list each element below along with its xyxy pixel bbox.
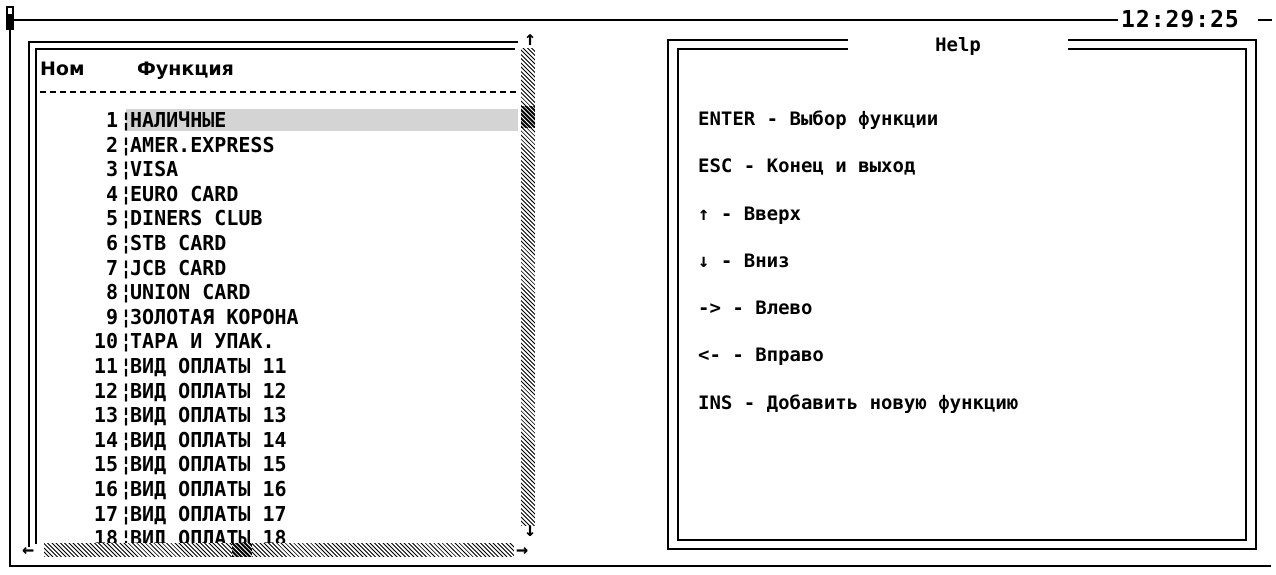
list-item-number: 6 bbox=[105, 230, 118, 255]
column-header-function: Функция bbox=[137, 58, 234, 80]
list-item-separator: ¦ bbox=[120, 206, 133, 231]
list-item-number: 15 bbox=[93, 452, 118, 477]
outer-bottom-border bbox=[9, 565, 1271, 567]
list-item-separator: ¦ bbox=[120, 501, 133, 526]
list-item-label: VISA bbox=[130, 157, 179, 182]
list-item-label: AMER.EXPRESS bbox=[130, 132, 275, 157]
list-item-label: EURO CARD bbox=[130, 181, 239, 206]
list-item[interactable]: 4 ¦ EURO CARD bbox=[40, 182, 518, 207]
list-item-separator: ¦ bbox=[120, 181, 133, 206]
list-item-label: JCB CARD bbox=[130, 255, 227, 280]
help-title: Help bbox=[848, 32, 1068, 56]
list-item-label: НАЛИЧНЫЕ bbox=[130, 108, 227, 132]
help-line: ↓ - Вниз bbox=[698, 249, 790, 272]
list-item-number: 12 bbox=[93, 378, 118, 403]
list-item-separator: ¦ bbox=[120, 230, 133, 255]
list-item-number: 3 bbox=[105, 157, 118, 182]
header-divider bbox=[40, 91, 516, 93]
clock: 12:29:25 bbox=[1121, 7, 1240, 33]
list-item-label: ВИД ОПЛАТЫ 11 bbox=[130, 353, 287, 378]
list-item-label: ВИД ОПЛАТЫ 17 bbox=[130, 501, 287, 526]
list-item-number: 9 bbox=[105, 304, 118, 329]
list-item-number: 17 bbox=[93, 501, 118, 526]
list-item[interactable]: 17 ¦ ВИД ОПЛАТЫ 17 bbox=[40, 502, 518, 527]
list-item-number: 5 bbox=[105, 206, 118, 231]
list-item-number: 10 bbox=[93, 329, 118, 354]
vertical-scroll-thumb[interactable] bbox=[521, 106, 535, 128]
horizontal-scroll-thumb[interactable] bbox=[232, 543, 252, 557]
outer-left-border bbox=[9, 30, 11, 566]
list-item-separator: ¦ bbox=[120, 108, 133, 132]
list-item[interactable]: 8 ¦ UNION CARD bbox=[40, 280, 518, 305]
scroll-right-icon[interactable]: → bbox=[516, 539, 528, 559]
horizontal-scrollbar[interactable] bbox=[44, 543, 514, 557]
list-item-label: ВИД ОПЛАТЫ 15 bbox=[130, 452, 287, 477]
list-item-number: 4 bbox=[105, 181, 118, 206]
list-item-separator: ¦ bbox=[120, 378, 133, 403]
list-item[interactable]: 2 ¦ AMER.EXPRESS bbox=[40, 133, 518, 158]
help-line: ESC - Конец и выход bbox=[698, 155, 916, 178]
list-item[interactable]: 16 ¦ ВИД ОПЛАТЫ 16 bbox=[40, 477, 518, 502]
list-item-number: 8 bbox=[105, 280, 118, 305]
scroll-up-icon[interactable]: ↑ bbox=[524, 28, 536, 48]
help-line: ENTER - Выбор функции bbox=[698, 108, 939, 130]
list-item-label: UNION CARD bbox=[130, 280, 251, 305]
list-item-number: 7 bbox=[105, 255, 118, 280]
list-item[interactable]: 3 ¦ VISA bbox=[40, 157, 518, 182]
list-item-separator: ¦ bbox=[120, 427, 133, 452]
list-item-number: 16 bbox=[93, 476, 118, 501]
list-item-label: DINERS CLUB bbox=[130, 206, 263, 231]
list-item-label: ТАРА И УПАК. bbox=[130, 329, 275, 354]
list-item[interactable]: 1 ¦ НАЛИЧНЫЕ bbox=[40, 108, 518, 133]
window-corner-icon bbox=[6, 6, 14, 30]
list-item[interactable]: 12 ¦ ВИД ОПЛАТЫ 12 bbox=[40, 379, 518, 404]
list-item-number: 11 bbox=[93, 353, 118, 378]
list-item-separator: ¦ bbox=[120, 132, 133, 157]
scroll-left-icon[interactable]: ← bbox=[22, 539, 34, 559]
list-item-separator: ¦ bbox=[120, 476, 133, 501]
list-item-label: ВИД ОПЛАТЫ 14 bbox=[130, 427, 287, 452]
help-line: <- - Вправо bbox=[698, 344, 824, 367]
list-item-number: 14 bbox=[93, 427, 118, 452]
list-item-separator: ¦ bbox=[120, 329, 133, 354]
list-item-label: ВИД ОПЛАТЫ 13 bbox=[130, 403, 287, 428]
help-line: INS - Добавить новую функцию bbox=[698, 391, 1019, 414]
list-item-separator: ¦ bbox=[120, 403, 133, 428]
column-header-num: Ном bbox=[40, 58, 85, 80]
top-border bbox=[14, 19, 1118, 21]
list-item-separator: ¦ bbox=[120, 304, 133, 329]
list-item-label: ВИД ОПЛАТЫ 16 bbox=[130, 476, 287, 501]
list-item[interactable]: 6 ¦ STB CARD bbox=[40, 231, 518, 256]
list-item-separator: ¦ bbox=[120, 280, 133, 305]
list-item[interactable]: 10 ¦ ТАРА И УПАК. bbox=[40, 329, 518, 354]
list-item-label: STB CARD bbox=[130, 230, 227, 255]
scroll-down-icon[interactable]: ↓ bbox=[524, 519, 536, 539]
list-item-separator: ¦ bbox=[120, 452, 133, 477]
list-item-separator: ¦ bbox=[120, 255, 133, 280]
top-border-right bbox=[1258, 19, 1272, 21]
list-item[interactable]: 9 ¦ ЗОЛОТАЯ КОРОНА bbox=[40, 305, 518, 330]
help-line: -> - Влево bbox=[698, 297, 813, 320]
list-item-separator: ¦ bbox=[120, 353, 133, 378]
list-item[interactable]: 5 ¦ DINERS CLUB bbox=[40, 206, 518, 231]
list-item[interactable]: 7 ¦ JCB CARD bbox=[40, 256, 518, 281]
list-item-label: ЗОЛОТАЯ КОРОНА bbox=[130, 304, 299, 329]
list-item[interactable]: 13 ¦ ВИД ОПЛАТЫ 13 bbox=[40, 403, 518, 428]
list-item[interactable]: 14 ¦ ВИД ОПЛАТЫ 14 bbox=[40, 428, 518, 453]
list-item[interactable]: 15 ¦ ВИД ОПЛАТЫ 15 bbox=[40, 452, 518, 477]
help-lines: ENTER - Выбор функции ESC - Конец и выхо… bbox=[698, 108, 1018, 439]
list-item[interactable]: 11 ¦ ВИД ОПЛАТЫ 11 bbox=[40, 354, 518, 379]
function-list: 1 ¦ НАЛИЧНЫЕ 2 ¦ AMER.EXPRESS 3 ¦ VISA 4 ¦ EURO CAR… bbox=[40, 108, 518, 551]
list-item-number: 1 bbox=[105, 108, 118, 132]
list-item-number: 13 bbox=[93, 403, 118, 428]
list-item-label: ВИД ОПЛАТЫ 12 bbox=[130, 378, 287, 403]
help-line: ↑ - Вверх bbox=[698, 202, 801, 225]
list-item-separator: ¦ bbox=[120, 157, 133, 182]
list-item-number: 2 bbox=[105, 132, 118, 157]
